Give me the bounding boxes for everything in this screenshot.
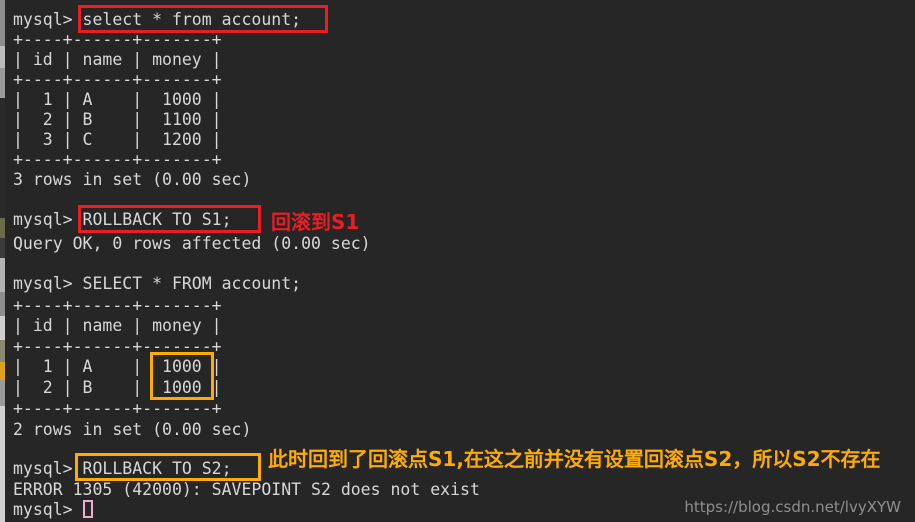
- terminal-line: +----+------+-------+: [13, 337, 222, 356]
- terminal-line: mysql> ROLLBACK TO S1;: [13, 210, 232, 229]
- annotation-savepoint-s2-missing: 此时回到了回滚点S1,在这之前并没有设置回滚点S2，所以S2不存在: [268, 447, 881, 471]
- terminal-line: | 2 | B | 1100 |: [13, 110, 222, 129]
- terminal-line: | 1 | A | 1000 |: [13, 90, 222, 109]
- terminal-line: +----+------+-------+: [13, 399, 222, 418]
- screenshot-root: mysql> select * from account; +----+-----…: [0, 0, 915, 522]
- terminal-line: mysql> select * from account;: [13, 10, 302, 29]
- mysql-terminal[interactable]: mysql> select * from account; +----+-----…: [5, 0, 915, 522]
- terminal-line: | id | name | money |: [13, 50, 222, 69]
- terminal-line: | 3 | C | 1200 |: [13, 130, 222, 149]
- terminal-line: 3 rows in set (0.00 sec): [13, 170, 252, 189]
- terminal-line: mysql> SELECT * FROM account;: [13, 274, 302, 293]
- text-cursor: [83, 500, 93, 518]
- terminal-line: ERROR 1305 (42000): SAVEPOINT S2 does no…: [13, 480, 480, 499]
- terminal-line: +----+------+-------+: [13, 70, 222, 89]
- terminal-line: +----+------+-------+: [13, 150, 222, 169]
- terminal-line: mysql>: [13, 500, 73, 519]
- terminal-line: +----+------+-------+: [13, 296, 222, 315]
- terminal-line: Query OK, 0 rows affected (0.00 sec): [13, 234, 371, 253]
- terminal-line: 2 rows in set (0.00 sec): [13, 420, 252, 439]
- terminal-line: | 2 | B | 1000 |: [13, 378, 222, 397]
- terminal-line: | 1 | A | 1000 |: [13, 357, 222, 376]
- watermark-url: https://blog.csdn.net/lvyXYW: [684, 498, 901, 516]
- terminal-line: | id | name | money |: [13, 316, 222, 335]
- terminal-line: +----+------+-------+: [13, 30, 222, 49]
- annotation-rollback-to-s1: 回滚到S1: [271, 210, 360, 234]
- terminal-line: mysql> ROLLBACK TO S2;: [13, 459, 232, 478]
